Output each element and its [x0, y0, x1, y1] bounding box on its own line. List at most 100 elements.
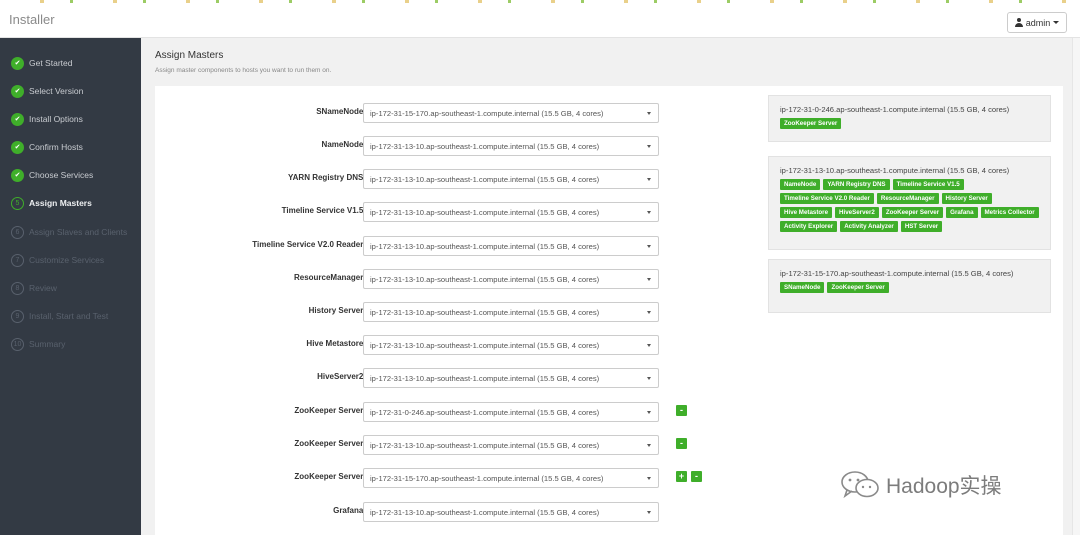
host-select[interactable]: ip-172-31-13-10.ap-southeast-1.compute.i… [363, 502, 659, 522]
wizard-step: 7 Customize Services [11, 252, 104, 268]
host-select-value: ip-172-31-13-10.ap-southeast-1.compute.i… [370, 441, 600, 450]
component-badge: ResourceManager [876, 193, 939, 204]
step-number: 10 [11, 337, 24, 351]
wizard-step[interactable]: 5 Assign Masters [11, 195, 92, 211]
component-tags: ZooKeeper Server [780, 118, 1040, 129]
host-select[interactable]: ip-172-31-13-10.ap-southeast-1.compute.i… [363, 435, 659, 455]
component-assignment-row: ZooKeeper Server: ip-172-31-13-10.ap-sout… [155, 435, 715, 455]
user-menu-button[interactable]: admin [1007, 12, 1067, 33]
remove-zookeeper-button[interactable]: - [676, 438, 687, 449]
check-icon: ✔ [11, 112, 24, 126]
host-select-value: ip-172-31-13-10.ap-southeast-1.compute.i… [370, 374, 600, 383]
chevron-down-icon [647, 477, 651, 480]
component-badge: Activity Analyzer [840, 221, 898, 232]
host-select-value: ip-172-31-0-246.ap-southeast-1.compute.i… [370, 408, 600, 417]
component-badge: Hive Metastore [780, 207, 833, 218]
component-label: Timeline Service V1.5: [281, 206, 366, 215]
host-select[interactable]: ip-172-31-13-10.ap-southeast-1.compute.i… [363, 169, 659, 189]
step-number: 7 [11, 253, 24, 267]
host-select-value: ip-172-31-13-10.ap-southeast-1.compute.i… [370, 208, 600, 217]
component-badge: Grafana [946, 207, 978, 218]
wizard-step[interactable]: ✔ Confirm Hosts [11, 139, 83, 155]
host-name: ip-172-31-15-170.ap-southeast-1.compute.… [780, 269, 1014, 278]
host-select[interactable]: ip-172-31-13-10.ap-southeast-1.compute.i… [363, 136, 659, 156]
component-tags: NameNode YARN Registry DNS Timeline Servic… [780, 179, 1040, 232]
host-select[interactable]: ip-172-31-13-10.ap-southeast-1.compute.i… [363, 302, 659, 322]
check-icon: ✔ [11, 168, 24, 182]
component-badge: Timeline Service V1.5 [892, 179, 964, 190]
assign-masters-panel: SNameNode: ip-172-31-15-170.ap-southeast-… [155, 86, 1063, 535]
chevron-down-icon [647, 377, 651, 380]
wizard-step: 8 Review [11, 280, 57, 296]
browser-tab-strip [0, 0, 1080, 3]
host-select-value: ip-172-31-13-10.ap-southeast-1.compute.i… [370, 175, 600, 184]
component-badge: ZooKeeper Server [881, 207, 944, 218]
component-assignment-row: Timeline Service V1.5: ip-172-31-13-10.ap… [155, 202, 715, 222]
component-assignment-row: SNameNode: ip-172-31-15-170.ap-southeast-… [155, 103, 715, 123]
host-select[interactable]: ip-172-31-13-10.ap-southeast-1.compute.i… [363, 335, 659, 355]
host-select-value: ip-172-31-13-10.ap-southeast-1.compute.i… [370, 341, 600, 350]
component-label: ZooKeeper Server: [294, 406, 366, 415]
host-select[interactable]: ip-172-31-13-10.ap-southeast-1.compute.i… [363, 269, 659, 289]
component-badge: Timeline Service V2.0 Reader [780, 193, 874, 204]
component-label: Timeline Service V2.0 Reader: [252, 240, 366, 249]
host-select-value: ip-172-31-13-10.ap-southeast-1.compute.i… [370, 508, 600, 517]
host-select[interactable]: ip-172-31-15-170.ap-southeast-1.compute.… [363, 103, 659, 123]
host-select[interactable]: ip-172-31-0-246.ap-southeast-1.compute.i… [363, 402, 659, 422]
wizard-step-label: Get Started [29, 58, 73, 68]
step-number: 8 [11, 281, 24, 295]
component-badge: Activity Explorer [780, 221, 838, 232]
chevron-down-icon [647, 278, 651, 281]
host-name: ip-172-31-13-10.ap-southeast-1.compute.i… [780, 166, 1010, 175]
component-label: ResourceManager: [293, 273, 366, 282]
component-assignment-row: History Server: ip-172-31-13-10.ap-southe… [155, 302, 715, 322]
wizard-step[interactable]: ✔ Install Options [11, 111, 83, 127]
app-title: Installer [9, 12, 55, 27]
component-assignment-row: YARN Registry DNS: ip-172-31-13-10.ap-sou… [155, 169, 715, 189]
host-summary-card: ip-172-31-13-10.ap-southeast-1.compute.i… [768, 156, 1051, 250]
wizard-step: 6 Assign Slaves and Clients [11, 224, 127, 240]
wizard-step-label: Confirm Hosts [29, 142, 83, 152]
host-select[interactable]: ip-172-31-13-10.ap-southeast-1.compute.i… [363, 236, 659, 256]
component-label: SNameNode: [316, 107, 366, 116]
component-assignment-row: Hive Metastore: ip-172-31-13-10.ap-southe… [155, 335, 715, 355]
chevron-down-icon [647, 411, 651, 414]
step-number: 5 [11, 196, 24, 210]
component-badge: HiveServer2 [835, 207, 879, 218]
wizard-step-label: Assign Slaves and Clients [29, 227, 128, 237]
wizard-step-label: Assign Masters [29, 198, 92, 208]
host-select-value: ip-172-31-15-170.ap-southeast-1.compute.… [370, 109, 604, 118]
component-assignment-row: ResourceManager: ip-172-31-13-10.ap-south… [155, 269, 715, 289]
component-assignment-row: NameNode: ip-172-31-13-10.ap-southeast-1.… [155, 136, 715, 156]
remove-zookeeper-button[interactable]: - [676, 405, 687, 416]
host-summary-card: ip-172-31-0-246.ap-southeast-1.compute.i… [768, 95, 1051, 142]
add-zookeeper-button[interactable]: + [676, 471, 687, 482]
wizard-step: 10 Summary [11, 336, 65, 352]
check-icon: ✔ [11, 56, 24, 70]
wizard-step[interactable]: ✔ Select Version [11, 83, 83, 99]
component-badge: SNameNode [780, 282, 825, 293]
chevron-down-icon [647, 311, 651, 314]
user-menu-label: admin [1025, 17, 1051, 28]
step-number: 6 [11, 225, 24, 239]
component-assignment-row: HiveServer2: ip-172-31-13-10.ap-southeast… [155, 368, 715, 388]
remove-zookeeper-button[interactable]: - [691, 471, 702, 482]
check-icon: ✔ [11, 140, 24, 154]
page-title: Assign Masters [155, 50, 224, 61]
step-number: 9 [11, 309, 24, 323]
chevron-down-icon [647, 245, 651, 248]
component-label: ZooKeeper Server: [294, 472, 366, 481]
component-badge: ZooKeeper Server [780, 118, 842, 129]
wizard-step[interactable]: ✔ Get Started [11, 55, 72, 71]
wizard-step[interactable]: ✔ Choose Services [11, 167, 93, 183]
page-subtitle: Assign master components to hosts you wa… [155, 67, 332, 74]
component-label: HiveServer2: [317, 372, 366, 381]
wizard-step-label: Customize Services [29, 255, 105, 265]
host-summary-card: ip-172-31-15-170.ap-southeast-1.compute.… [768, 259, 1051, 313]
page-scrollbar[interactable] [1072, 38, 1080, 535]
host-select[interactable]: ip-172-31-15-170.ap-southeast-1.compute.… [363, 468, 659, 488]
host-select[interactable]: ip-172-31-13-10.ap-southeast-1.compute.i… [363, 202, 659, 222]
component-assignment-row: Timeline Service V2.0 Reader: ip-172-31-1… [155, 236, 715, 256]
host-select[interactable]: ip-172-31-13-10.ap-southeast-1.compute.i… [363, 368, 659, 388]
component-badge: NameNode [780, 179, 821, 190]
